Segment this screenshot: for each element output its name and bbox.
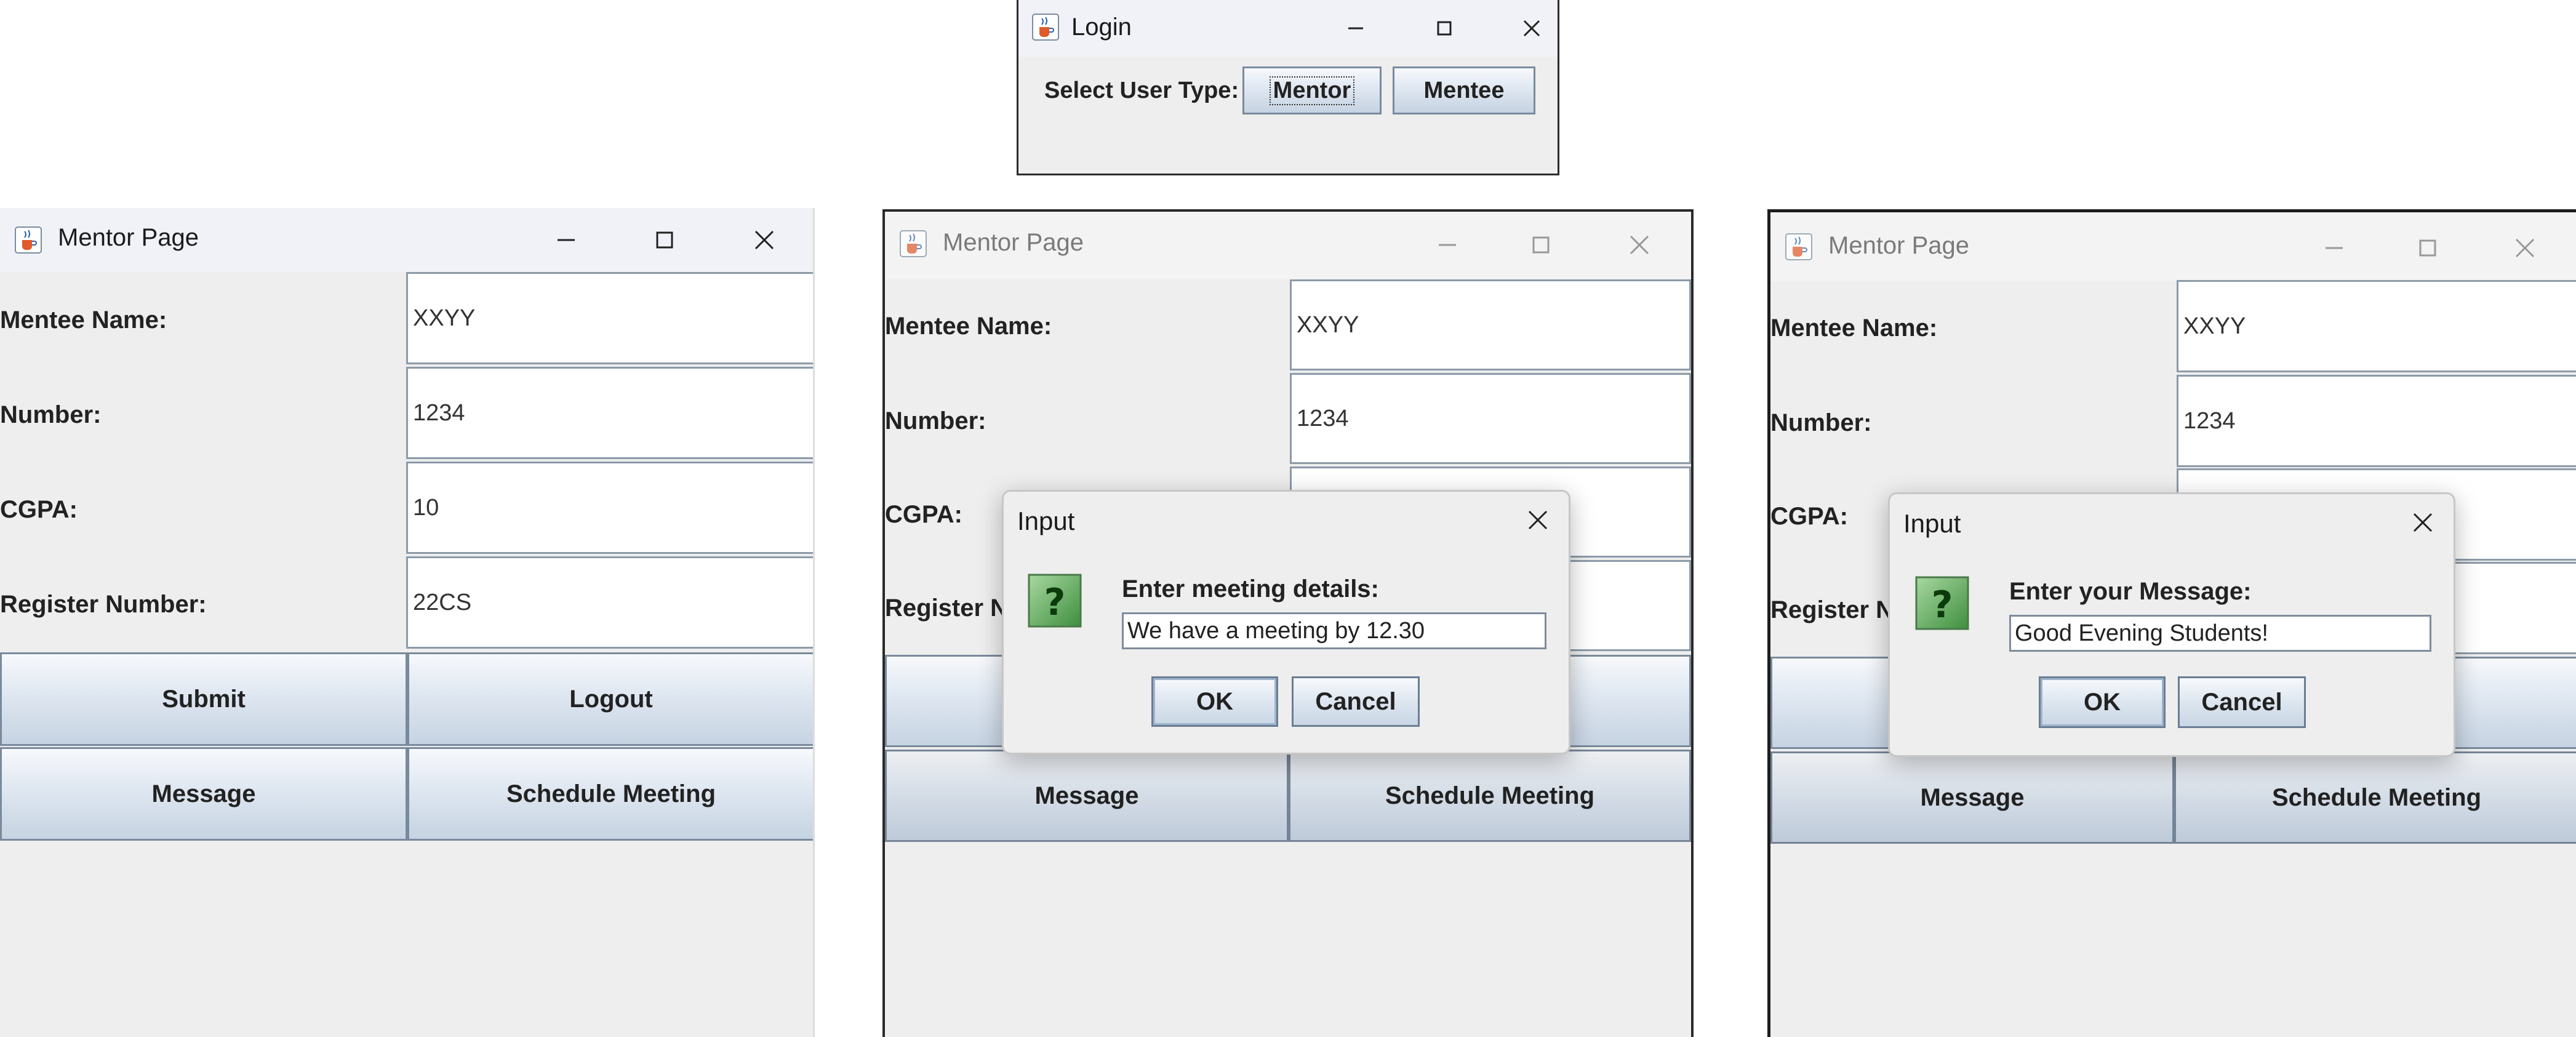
message-button[interactable]: Message [0,747,407,841]
java-cup-icon [900,230,927,257]
java-cup-icon [15,226,42,254]
schedule-meeting-button[interactable]: Schedule Meeting [407,747,813,841]
message-button[interactable]: Message [1770,751,2174,844]
svg-text:?: ? [1932,583,1953,627]
close-icon[interactable] [747,223,782,257]
select-user-type-label: Select User Type: [1044,78,1239,103]
cancel-button[interactable]: Cancel [1292,676,1420,727]
message-input[interactable]: Good Evening Students! [2009,615,2431,652]
dialog-title: Input [1017,506,1075,535]
number-field[interactable]: 1234 [1290,373,1691,464]
cancel-button[interactable]: Cancel [2178,676,2306,728]
number-field[interactable]: 1234 [2177,375,2576,467]
close-icon[interactable] [2406,505,2440,540]
register-number-label: Register Number: [0,591,207,618]
register-number-label: Register N [1770,596,1894,623]
cgpa-field[interactable]: 10 [406,462,813,554]
java-cup-icon [1032,14,1059,41]
login-window: Login Select User Type: Mentor Mentee [1017,0,1559,175]
maximize-icon[interactable] [2410,231,2445,265]
message-input-dialog: Input ? Enter your Message: Good Evening… [1888,492,2455,757]
number-label: Number: [1770,409,1872,436]
mentee-name-field[interactable]: XXYY [1290,279,1691,370]
cgpa-label: CGPA: [0,496,78,523]
schedule-meeting-button[interactable]: Schedule Meeting [2174,751,2576,844]
svg-text:?: ? [1044,581,1066,624]
dialog-prompt: Enter your Message: [2009,578,2252,605]
maximize-icon[interactable] [1427,11,1462,46]
mentee-name-field[interactable]: XXYY [406,272,813,364]
close-icon[interactable] [1622,228,1657,262]
question-icon: ? [1914,575,1970,631]
number-field[interactable]: 1234 [406,367,813,459]
mentor-button[interactable]: Mentor [1242,66,1382,114]
minimize-icon[interactable] [1430,228,1465,262]
register-number-label: Register N [885,595,1009,622]
ok-button[interactable]: OK [1151,676,1278,727]
minimize-icon[interactable] [2317,231,2351,265]
login-title: Login [1071,14,1132,41]
mentor-window-main: Mentor Page Mentee Name: XXYY Number: 12… [0,208,815,1037]
dialog-title: Input [1903,509,1961,538]
cgpa-label: CGPA: [1770,503,1848,530]
mentee-button[interactable]: Mentee [1393,66,1535,114]
ok-button[interactable]: OK [2039,676,2166,728]
cgpa-label: CGPA: [885,501,962,528]
mentee-name-label: Mentee Name: [0,306,167,334]
register-number-field[interactable]: 22CS [406,556,813,649]
meeting-details-input[interactable]: We have a meeting by 12.30 [1122,612,1546,649]
logout-button[interactable]: Logout [407,652,813,746]
maximize-icon[interactable] [647,223,682,257]
close-icon[interactable] [2508,231,2542,265]
schedule-meeting-button[interactable]: Schedule Meeting [1289,750,1691,842]
login-titlebar: Login [1018,0,1558,57]
mentor-titlebar: Mentor Page [0,208,813,272]
close-icon[interactable] [1514,11,1549,46]
mentee-name-label: Mentee Name: [885,313,1052,340]
java-cup-icon [1785,233,1812,260]
message-button[interactable]: Message [885,750,1289,842]
mentee-name-label: Mentee Name: [1770,314,1938,342]
mentor-title: Mentor Page [1828,232,1970,259]
minimize-icon[interactable] [1338,11,1373,46]
mentor-title: Mentor Page [943,229,1084,256]
minimize-icon[interactable] [549,223,583,257]
submit-button[interactable]: Submit [0,652,407,746]
mentor-titlebar: Mentor Page [885,212,1691,279]
question-icon: ? [1027,573,1082,628]
close-icon[interactable] [1521,503,1555,537]
number-label: Number: [0,401,102,428]
mentor-title: Mentor Page [58,224,199,251]
meeting-input-dialog: Input ? Enter meeting details: We have a… [1002,490,1570,755]
dialog-prompt: Enter meeting details: [1122,575,1379,603]
mentee-name-field[interactable]: XXYY [2177,280,2576,372]
mentor-button-label: Mentor [1269,76,1355,105]
mentor-titlebar: Mentor Page [1770,212,2576,281]
number-label: Number: [885,407,986,434]
maximize-icon[interactable] [1524,228,1558,262]
